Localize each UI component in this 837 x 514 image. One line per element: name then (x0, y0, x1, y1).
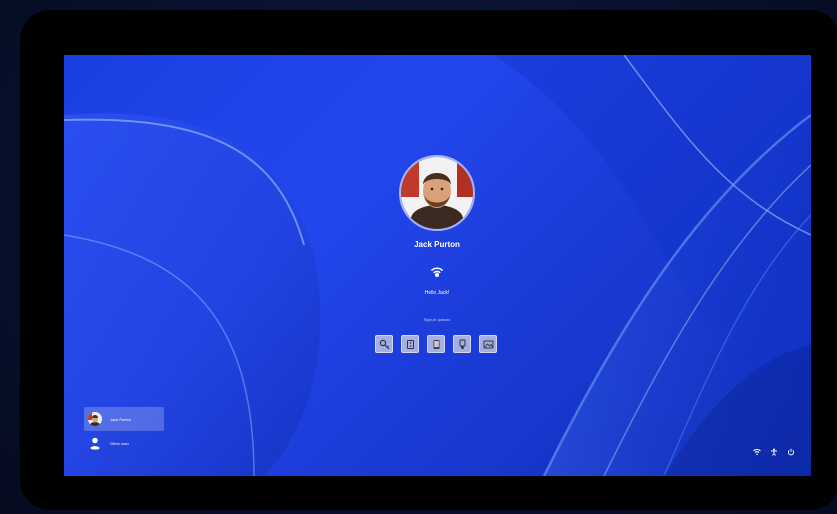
avatar (399, 155, 475, 231)
user-entry-other-user[interactable]: Other user (84, 431, 164, 455)
wifi-icon[interactable] (753, 448, 761, 456)
picture-password-icon[interactable] (479, 335, 497, 353)
avatar (88, 412, 102, 426)
user-photo (401, 157, 473, 229)
user-switcher: Jack Purton Other user (84, 407, 164, 455)
user-name: Jack Purton (414, 240, 460, 249)
sign-in-options-link[interactable]: Sign-in options (337, 317, 537, 322)
sign-in-options (375, 335, 501, 355)
pin-icon[interactable] (401, 335, 419, 353)
user-entry-jack-purton[interactable]: Jack Purton (84, 407, 164, 431)
key-icon[interactable] (375, 335, 393, 353)
person-icon (88, 436, 102, 450)
accessibility-icon[interactable] (770, 448, 778, 456)
user-entry-label: Other user (110, 440, 129, 446)
greeting: Hello Jack! (424, 290, 450, 296)
system-tray (753, 448, 795, 456)
user-entry-label: Jack Purton (110, 416, 132, 422)
phone-icon[interactable] (427, 335, 445, 353)
power-icon[interactable] (787, 448, 795, 456)
security-key-icon[interactable] (453, 335, 471, 353)
sign-in-panel: Jack Purton Hello Jack! Sign-in options (64, 55, 811, 476)
face-recognition-icon (430, 267, 444, 277)
lock-screen: Jack Purton Hello Jack! Sign-in options (64, 55, 811, 476)
